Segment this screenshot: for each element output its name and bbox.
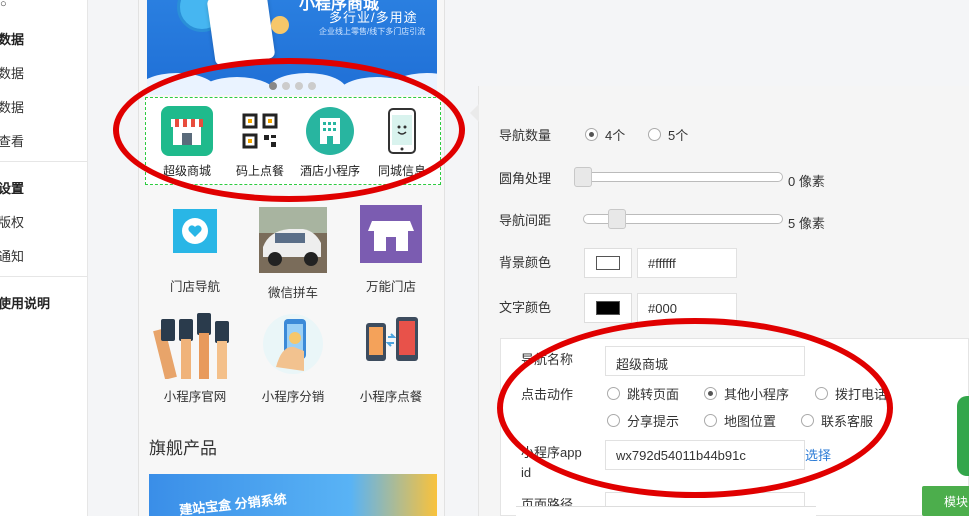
phone-illustration — [206, 0, 276, 66]
grid-item-official-site[interactable]: 小程序官网 — [149, 310, 241, 405]
nav-count-option-4[interactable]: 4个 — [585, 125, 625, 144]
spacing-value: 5 像素 — [788, 216, 825, 231]
screen: ○ 数据 数据 数据 查看 设置 版权 通知 使用说明 小程序商城 多行业/多用… — [0, 0, 969, 516]
color-chip — [596, 256, 620, 270]
bg-color-input[interactable]: #ffffff — [637, 248, 737, 278]
sidebar-heading-data: 数据 — [0, 32, 25, 47]
sidebar-item-notice[interactable]: 通知 — [0, 246, 24, 265]
sidebar: ○ 数据 数据 数据 查看 设置 版权 通知 使用说明 — [0, 0, 88, 516]
grid-item-store-nav[interactable]: 门店导航 — [149, 200, 241, 295]
bg-color-label: 背景颜色 — [499, 255, 552, 270]
slider-handle[interactable] — [574, 167, 592, 187]
grid-item-label: 小程序分销 — [261, 390, 325, 404]
product-banner[interactable]: 建站宝盒 分销系统 — [149, 474, 437, 516]
text-color-swatch[interactable] — [584, 293, 632, 323]
car-icon — [247, 206, 339, 274]
banner-caption: 企业线上零售/线下多门店引流 — [319, 27, 426, 36]
banner-subtitle: 多行业/多用途 — [329, 10, 418, 25]
bottom-overlay — [516, 506, 816, 516]
grid-item-label: 门店导航 — [169, 280, 220, 294]
radius-value: 0 像素 — [788, 174, 825, 189]
radio-label: 5个 — [668, 128, 689, 143]
sidebar-divider — [0, 161, 88, 162]
shop-icon — [345, 200, 437, 268]
sidebar-item-marker: ○ — [0, 0, 7, 10]
annotation-ellipse-action — [497, 318, 893, 498]
grid-item-universal-store[interactable]: 万能门店 — [345, 200, 437, 295]
radio-circle[interactable] — [585, 128, 598, 141]
module-button[interactable]: 模块 — [922, 486, 969, 516]
grid-item-ordering[interactable]: 小程序点餐 — [345, 310, 437, 405]
nav-count-option-5[interactable]: 5个 — [648, 125, 688, 144]
grid-item-carpool[interactable]: 微信拼车 — [247, 206, 339, 301]
spacing-slider[interactable] — [583, 209, 783, 229]
heart-bubble-icon — [149, 200, 241, 268]
grid-item-label: 小程序官网 — [163, 390, 227, 404]
sidebar-item-copyright[interactable]: 版权 — [0, 212, 24, 231]
side-tab[interactable] — [957, 396, 969, 476]
product-banner-text: 建站宝盒 分销系统 — [178, 491, 288, 516]
bg-color-swatch[interactable] — [584, 248, 632, 278]
sidebar-heading-manual[interactable]: 使用说明 — [0, 293, 50, 312]
sidebar-item-data-2[interactable]: 数据 — [0, 97, 24, 116]
sidebar-item-data-1[interactable]: 数据 — [0, 63, 24, 82]
nav-count-label: 导航数量 — [499, 128, 552, 143]
spacing-label: 导航间距 — [499, 213, 552, 228]
sidebar-divider — [0, 276, 88, 277]
radius-slider[interactable] — [574, 167, 783, 187]
avatar-icon — [271, 16, 289, 34]
sidebar-item-view[interactable]: 查看 — [0, 131, 24, 150]
phones-icon — [345, 310, 437, 378]
color-chip — [596, 301, 620, 315]
slider-handle[interactable] — [608, 209, 626, 229]
radius-label: 圆角处理 — [499, 171, 552, 186]
grid-item-label: 小程序点餐 — [359, 390, 423, 404]
text-color-label: 文字颜色 — [499, 300, 552, 315]
hands-phones-icon — [149, 310, 241, 379]
hand-phone-icon — [247, 310, 339, 378]
grid-item-label: 微信拼车 — [267, 286, 318, 300]
sidebar-heading-settings: 设置 — [0, 181, 25, 196]
grid-item-distribution[interactable]: 小程序分销 — [247, 310, 339, 405]
annotation-ellipse-nav — [113, 58, 465, 202]
grid-item-label: 万能门店 — [365, 280, 416, 294]
radio-circle[interactable] — [648, 128, 661, 141]
section-title: 旗舰产品 — [149, 439, 217, 458]
radio-label: 4个 — [605, 128, 626, 143]
